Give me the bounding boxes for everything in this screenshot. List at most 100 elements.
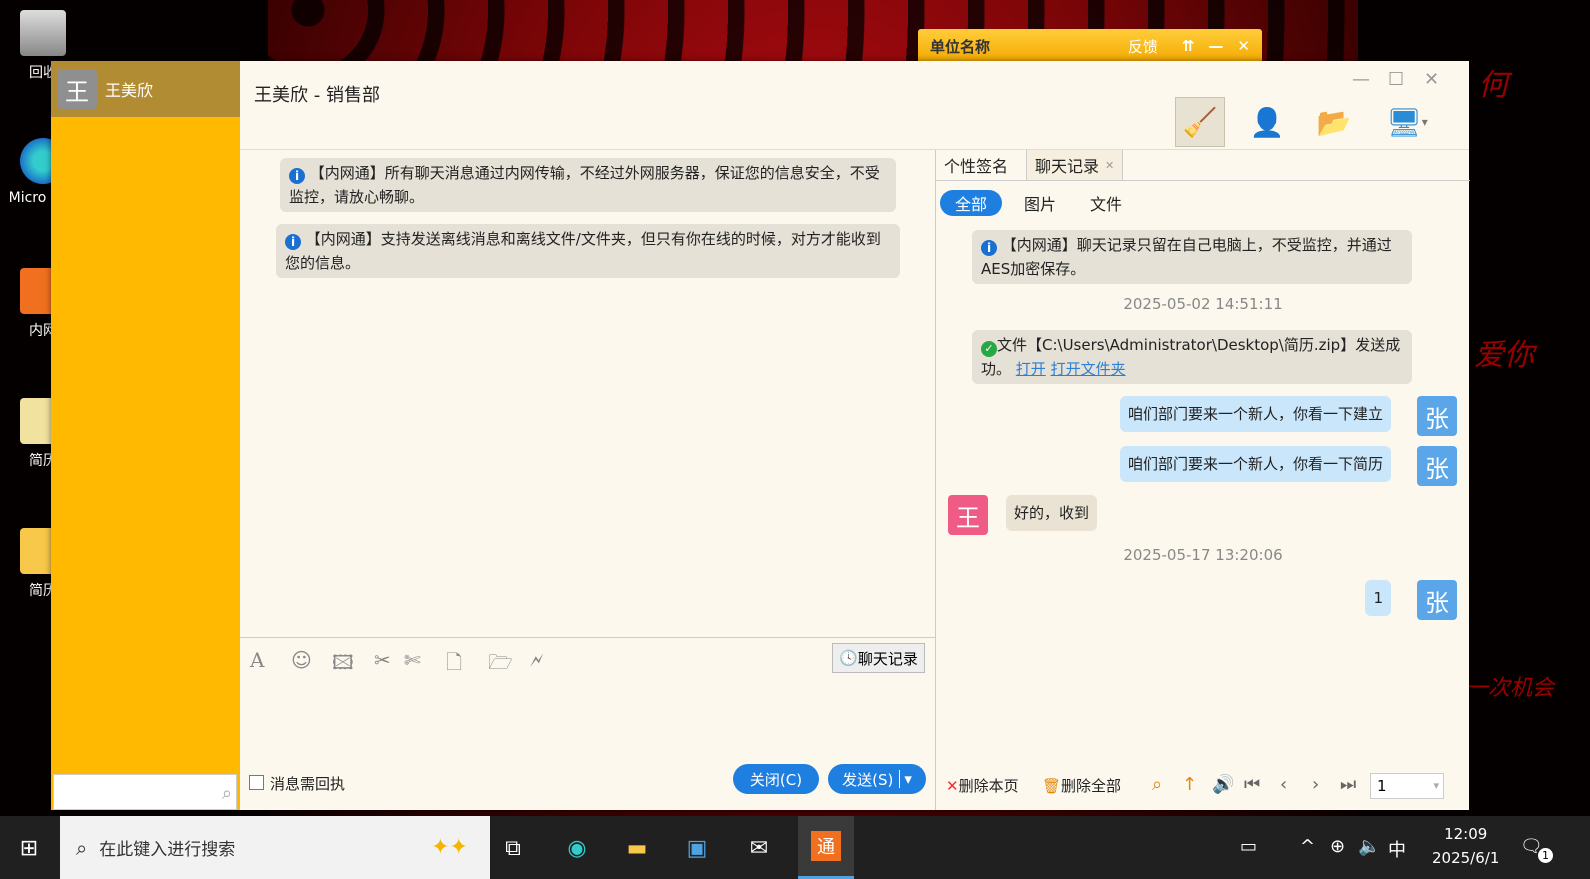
edge-icon[interactable]: ◉ xyxy=(560,831,594,865)
contact-avatar: 王 xyxy=(57,69,97,109)
volume-icon[interactable]: 🔊 xyxy=(1212,774,1234,795)
search-icon[interactable]: ⌕ xyxy=(222,783,232,804)
add-contact-icon[interactable]: 👤 xyxy=(1242,97,1292,147)
task-view-icon[interactable]: ⧉ xyxy=(496,831,530,865)
message-bubble: 咱们部门要来一个新人，你看一下简历 xyxy=(1119,446,1391,482)
windows-start-icon[interactable]: ⊞ xyxy=(12,831,46,865)
chat-history-button[interactable]: 🕓 聊天记录 xyxy=(832,643,925,673)
next-page-icon[interactable]: › xyxy=(1312,774,1319,795)
history-panel: 个性签名 聊天记录 ✕ 全部 图片 文件 i 【内网通】聊天记录只留在自己电脑上，… xyxy=(935,150,1470,810)
message-bubble: 1 xyxy=(1365,580,1391,616)
unit-name-title: 单位名称 xyxy=(930,37,991,56)
folder-icon[interactable]: 🗁 xyxy=(488,648,513,682)
wallpaper-text: 爱你 xyxy=(1474,338,1534,373)
broom-icon[interactable]: 🧹 xyxy=(1175,97,1225,147)
trash-icon: 🗑 xyxy=(1042,777,1062,795)
wallpaper-text: 一次机会 xyxy=(1466,676,1555,701)
divider xyxy=(936,180,1470,181)
prev-page-icon[interactable]: ‹ xyxy=(1280,774,1287,795)
avatar: 王 xyxy=(948,495,988,535)
timestamp: 2025-05-02 14:51:11 xyxy=(1123,295,1283,313)
receipt-checkbox[interactable] xyxy=(249,775,264,790)
maximize-icon[interactable]: ☐ xyxy=(1388,69,1404,90)
avatar: 张 xyxy=(1417,446,1457,486)
file-message: ✓ 文件【C:\Users\Administrator\Desktop\简历.zi… xyxy=(972,330,1412,384)
input-toolbar: A ☺ 🖾 ✂ ✄ 🗋 🗁 🗲 🕓 聊天记录 xyxy=(240,638,935,682)
feedback-button[interactable]: 反馈 xyxy=(1128,36,1158,57)
image-icon[interactable]: 🖾 xyxy=(332,648,354,682)
first-page-icon[interactable]: ⏮ xyxy=(1244,774,1260,795)
send-label: 发送(S) xyxy=(842,770,894,789)
volume-icon[interactable]: 🔈 xyxy=(1358,836,1380,857)
font-icon[interactable]: A xyxy=(250,648,264,672)
minimize-icon[interactable]: — xyxy=(1208,37,1223,55)
clock-icon: 🕓 xyxy=(839,649,858,667)
filter-files[interactable]: 文件 xyxy=(1078,190,1134,216)
shake-icon[interactable]: 🗲 xyxy=(530,648,543,672)
delete-page-button[interactable]: ✕删除本页 xyxy=(946,775,1019,796)
contact-name: 王美欣 xyxy=(105,81,154,100)
system-message: i 【内网通】支持发送离线消息和离线文件/文件夹，但只有你在线的时候，对方才能收… xyxy=(276,224,900,278)
close-icon[interactable]: ✕ xyxy=(1105,159,1114,172)
send-button[interactable]: 发送(S) ▾ xyxy=(828,764,926,794)
open-file-link[interactable]: 打开 xyxy=(1016,360,1046,378)
store-icon[interactable]: ▣ xyxy=(680,831,714,865)
remote-desktop-icon[interactable]: 🖥 ▾ xyxy=(1376,97,1438,147)
notification-badge: 1 xyxy=(1538,848,1553,863)
file-icon[interactable]: 🗋 xyxy=(446,648,462,682)
search-icon[interactable]: ⌕ xyxy=(1152,774,1162,795)
contact-search-input[interactable]: ⌕ xyxy=(53,774,237,810)
pin-icon[interactable]: ⇈ xyxy=(1182,37,1195,55)
close-icon[interactable]: ✕ xyxy=(1237,37,1250,55)
keyboard-icon[interactable]: ▭ xyxy=(1240,836,1257,857)
history-footer: ✕删除本页 🗑删除全部 ⌕ ↑ 🔊 ⏮ ‹ › ⏭ 1 ▾ xyxy=(936,765,1470,810)
page-select[interactable]: 1 ▾ xyxy=(1370,773,1444,799)
timestamp: 2025-05-17 13:20:06 xyxy=(1123,546,1283,564)
tab-chat-history[interactable]: 聊天记录 ✕ xyxy=(1026,150,1124,180)
chevron-down-icon[interactable]: ▾ xyxy=(899,770,912,788)
tab-signature[interactable]: 个性签名 xyxy=(936,150,1016,180)
taskbar-search-input[interactable]: ⌕ 在此键入进行搜索 ✦✦ xyxy=(60,816,490,879)
system-message: i 【内网通】聊天记录只留在自己电脑上，不受监控，并通过AES加密保存。 xyxy=(972,230,1412,284)
sparkle-icon[interactable]: ✦✦ xyxy=(431,835,468,860)
network-icon[interactable]: ⊕ xyxy=(1330,836,1345,857)
screenshot-region-icon[interactable]: ✄ xyxy=(404,648,421,672)
recycle-bin-icon xyxy=(20,10,66,56)
avatar: 张 xyxy=(1417,580,1457,620)
message-bubble: 咱们部门要来一个新人，你看一下建立 xyxy=(1119,396,1391,432)
contact-panel: 王 王美欣 ⌕ xyxy=(51,61,240,810)
emoji-icon[interactable]: ☺ xyxy=(291,648,312,672)
last-page-icon[interactable]: ⏭ xyxy=(1340,774,1356,795)
info-icon: i xyxy=(981,240,997,256)
close-icon[interactable]: ✕ xyxy=(1424,69,1439,90)
close-button[interactable]: 关闭(C) xyxy=(733,764,819,794)
info-icon: i xyxy=(285,234,301,250)
mail-icon[interactable]: ✉ xyxy=(742,831,776,865)
arrow-up-icon[interactable]: ↑ xyxy=(1182,774,1197,795)
chat-window: 王 王美欣 ⌕ 王美欣 - 销售部 — ☐ ✕ 🧹 👤 📂 🖥 ▾ i 【内网通】… xyxy=(51,61,1470,810)
folder-icon[interactable]: 📂 xyxy=(1309,97,1359,147)
filter-images[interactable]: 图片 xyxy=(1012,190,1068,216)
avatar: 张 xyxy=(1417,396,1457,436)
chevron-up-icon[interactable]: ^ xyxy=(1300,836,1315,857)
open-folder-link[interactable]: 打开文件夹 xyxy=(1051,360,1126,378)
ime-indicator[interactable]: 中 xyxy=(1388,836,1406,862)
filter-all[interactable]: 全部 xyxy=(940,190,1002,216)
minimize-icon[interactable]: — xyxy=(1352,69,1370,90)
clock[interactable]: 12:09 2025/6/1 xyxy=(1432,822,1499,870)
compose-footer: 消息需回执 关闭(C) 发送(S) ▾ xyxy=(240,761,935,810)
intranet-app-taskbar-icon[interactable]: 通 xyxy=(798,816,854,879)
delete-icon: ✕ xyxy=(946,777,959,795)
file-explorer-icon[interactable]: ▬ xyxy=(620,831,654,865)
info-icon: i xyxy=(289,168,305,184)
contact-item-active[interactable]: 王 王美欣 xyxy=(51,61,240,117)
unit-name-bar[interactable]: 单位名称 反馈 ⇈ — ✕ xyxy=(918,29,1262,63)
screenshot-icon[interactable]: ✂ xyxy=(374,648,391,672)
message-bubble: 好的，收到 xyxy=(1006,495,1098,531)
search-placeholder: 在此键入进行搜索 xyxy=(99,840,236,860)
check-icon: ✓ xyxy=(981,341,997,357)
chevron-down-icon: ▾ xyxy=(1433,779,1439,792)
delete-all-button[interactable]: 🗑删除全部 xyxy=(1042,775,1121,796)
chat-title: 王美欣 - 销售部 xyxy=(254,85,380,106)
chat-area: i 【内网通】所有聊天消息通过内网传输，不经过外网服务器，保证您的信息安全，不受… xyxy=(240,150,935,700)
